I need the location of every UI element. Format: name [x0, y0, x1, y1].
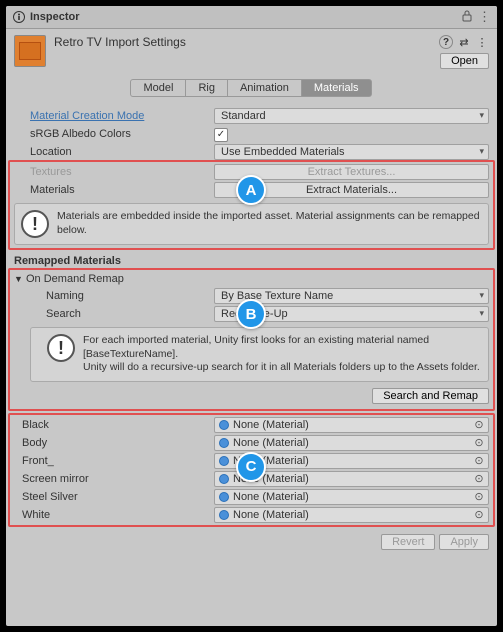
material-slot-row: BlackNone (Material)⊙ [14, 416, 489, 434]
info-remap-text: For each imported material, Unity first … [83, 334, 482, 375]
tab-model[interactable]: Model [130, 79, 186, 97]
info-icon [12, 10, 26, 24]
material-slot-row: WhiteNone (Material)⊙ [14, 506, 489, 524]
search-dropdown[interactable]: Recursive-Up [214, 306, 489, 322]
material-slot-label: Steel Silver [14, 491, 214, 503]
revert-button[interactable]: Revert [381, 534, 435, 550]
material-slot-row: BodyNone (Material)⊙ [14, 434, 489, 452]
asset-title: Retro TV Import Settings [54, 35, 439, 53]
object-picker-icon[interactable]: ⊙ [472, 508, 486, 521]
object-field-text: None (Material) [233, 509, 472, 521]
info-bang-icon: ! [21, 210, 49, 238]
info-bang-icon-2: ! [47, 334, 75, 362]
remapped-materials-title: Remapped Materials [14, 249, 489, 269]
open-button[interactable]: Open [440, 53, 489, 69]
material-object-field[interactable]: None (Material)⊙ [214, 507, 489, 523]
textures-label: Textures [14, 166, 214, 178]
footer-buttons: Revert Apply [14, 526, 489, 554]
srgb-label: sRGB Albedo Colors [14, 128, 214, 140]
material-slot-label: White [14, 509, 214, 521]
material-slot-label: Screen mirror [14, 473, 214, 485]
object-picker-icon[interactable]: ⊙ [472, 472, 486, 485]
object-field-text: None (Material) [233, 455, 472, 467]
apply-button[interactable]: Apply [439, 534, 489, 550]
object-dot-icon [219, 474, 229, 484]
object-field-text: None (Material) [233, 437, 472, 449]
material-slot-label: Black [14, 419, 214, 431]
window-title: Inspector [30, 11, 462, 23]
tabs-row: Model Rig Animation Materials [6, 73, 497, 107]
info-embedded-text: Materials are embedded inside the import… [57, 210, 482, 237]
extract-textures-button: Extract Textures... [214, 164, 489, 180]
tab-animation[interactable]: Animation [227, 79, 302, 97]
info-embedded: ! Materials are embedded inside the impo… [14, 203, 489, 245]
naming-label: Naming [14, 290, 214, 302]
material-object-field[interactable]: None (Material)⊙ [214, 489, 489, 505]
object-dot-icon [219, 438, 229, 448]
object-picker-icon[interactable]: ⊙ [472, 436, 486, 449]
object-dot-icon [219, 510, 229, 520]
naming-dropdown[interactable]: By Base Texture Name [214, 288, 489, 304]
material-slot-row: Screen mirrorNone (Material)⊙ [14, 470, 489, 488]
material-creation-mode-dropdown[interactable]: Standard [214, 108, 489, 124]
foldout-arrow-icon: ▼ [14, 274, 26, 284]
material-slot-row: Front_None (Material)⊙ [14, 452, 489, 470]
material-object-field[interactable]: None (Material)⊙ [214, 453, 489, 469]
object-dot-icon [219, 420, 229, 430]
material-slot-label: Body [14, 437, 214, 449]
titlebar: Inspector ⋮ [6, 6, 497, 29]
info-remap: ! For each imported material, Unity firs… [30, 327, 489, 382]
material-creation-mode-label[interactable]: Material Creation Mode [14, 110, 214, 122]
inspector-window: Inspector ⋮ Retro TV Import Settings ? ⇄… [6, 6, 497, 626]
asset-icon [14, 35, 46, 67]
context-menu-icon[interactable]: ⋮ [475, 35, 489, 49]
region-c: C BlackNone (Material)⊙BodyNone (Materia… [14, 414, 489, 526]
inspector-body: Material Creation Mode Standard sRGB Alb… [6, 107, 497, 626]
object-picker-icon[interactable]: ⊙ [472, 418, 486, 431]
object-field-text: None (Material) [233, 491, 472, 503]
preset-icon[interactable]: ⇄ [457, 35, 471, 49]
material-slot-label: Front_ [14, 455, 214, 467]
lock-icon[interactable] [462, 10, 472, 25]
region-a: Textures Extract Textures... Materials E… [14, 161, 489, 249]
region-b: ▼ On Demand Remap Naming By Base Texture… [14, 269, 489, 410]
object-dot-icon [219, 456, 229, 466]
material-object-field[interactable]: None (Material)⊙ [214, 435, 489, 451]
object-dot-icon [219, 492, 229, 502]
extract-materials-button[interactable]: Extract Materials... [214, 182, 489, 198]
panel-menu-icon[interactable]: ⋮ [478, 9, 491, 25]
tab-rig[interactable]: Rig [185, 79, 228, 97]
materials-label: Materials [14, 184, 214, 196]
location-label: Location [14, 146, 214, 158]
material-object-field[interactable]: None (Material)⊙ [214, 417, 489, 433]
tab-materials[interactable]: Materials [301, 79, 372, 97]
object-picker-icon[interactable]: ⊙ [472, 454, 486, 467]
object-field-text: None (Material) [233, 473, 472, 485]
help-icon[interactable]: ? [439, 35, 453, 49]
object-picker-icon[interactable]: ⊙ [472, 490, 486, 503]
location-dropdown[interactable]: Use Embedded Materials [214, 144, 489, 160]
object-field-text: None (Material) [233, 419, 472, 431]
search-and-remap-button[interactable]: Search and Remap [372, 388, 489, 404]
asset-header: Retro TV Import Settings ? ⇄ ⋮ Open [6, 29, 497, 73]
search-label: Search [14, 308, 214, 320]
on-demand-remap-foldout[interactable]: ▼ On Demand Remap [14, 271, 489, 287]
material-object-field[interactable]: None (Material)⊙ [214, 471, 489, 487]
on-demand-remap-label: On Demand Remap [26, 273, 124, 285]
srgb-checkbox[interactable]: ✓ [214, 128, 228, 142]
material-slot-row: Steel SilverNone (Material)⊙ [14, 488, 489, 506]
